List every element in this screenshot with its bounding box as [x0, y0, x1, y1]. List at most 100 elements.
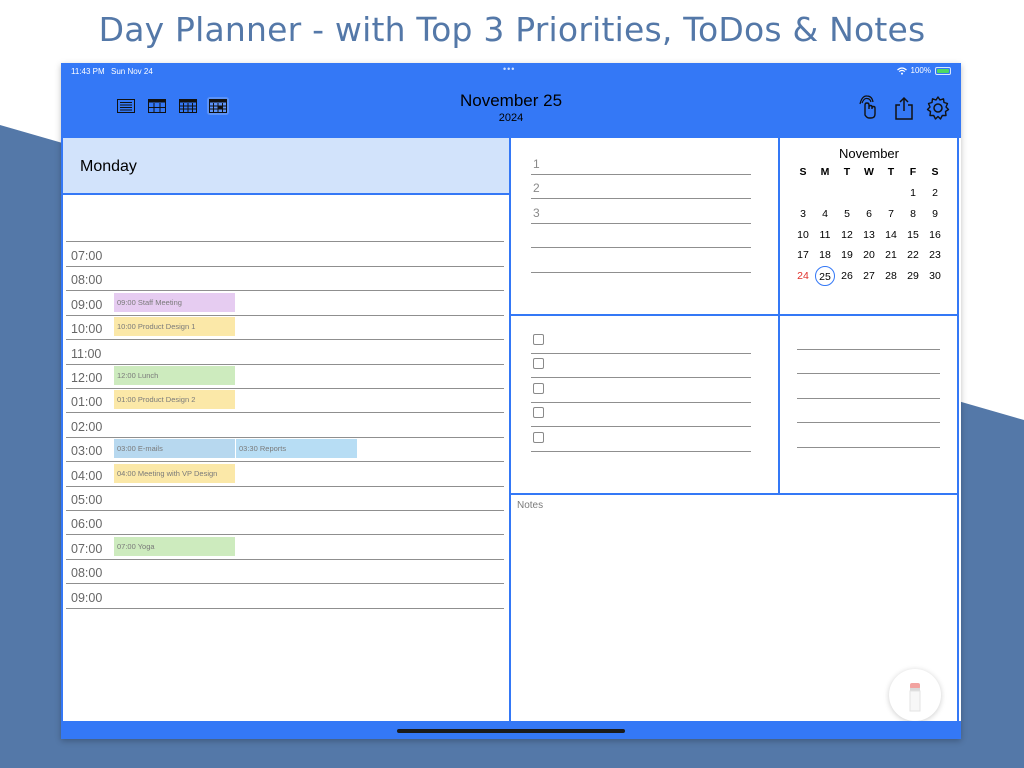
weekday-header: T	[887, 166, 895, 178]
checkbox[interactable]	[533, 334, 544, 345]
calendar-day[interactable]: 18	[814, 249, 836, 261]
weekday-header: M	[820, 166, 830, 178]
time-label: 07:00	[71, 541, 103, 556]
ipad-app-window: 11:43 PM Sun Nov 24 ••• 100% November 25…	[61, 63, 961, 739]
calendar-day-selected[interactable]: 25	[815, 266, 835, 287]
checkbox[interactable]	[533, 431, 544, 443]
priority-item[interactable]: 3	[531, 199, 751, 224]
time-label: 10:00	[71, 322, 103, 337]
timeline-row[interactable]: 09:00	[66, 584, 504, 609]
calendar-day[interactable]: 23	[924, 249, 946, 261]
timeline-row[interactable]: 02:00	[66, 413, 504, 438]
timeline-row[interactable]: 06:00	[66, 510, 504, 536]
calendar-day[interactable]: 29	[902, 270, 924, 282]
priority-item[interactable]	[531, 223, 751, 249]
event-block[interactable]: 07:00 Yoga	[114, 536, 235, 556]
calendar-day[interactable]: 8	[902, 208, 924, 220]
timeline-row[interactable]: 03:00 03:00 E-mails 03:30 Reports	[66, 437, 504, 463]
calendar-day[interactable]: 26	[836, 270, 858, 282]
todo-item[interactable]	[531, 378, 751, 403]
share-button[interactable]	[891, 95, 917, 121]
calendar-day[interactable]: 6	[858, 208, 880, 220]
calendar-day[interactable]: 4	[814, 208, 836, 220]
note-line[interactable]	[797, 398, 940, 424]
priority-item[interactable]: 1	[531, 150, 751, 175]
calendar-day[interactable]: 7	[880, 208, 902, 220]
timeline-row[interactable]: 12:00 12:00 Lunch	[66, 364, 504, 389]
todo-item[interactable]	[531, 427, 751, 452]
checkbox[interactable]	[533, 382, 544, 394]
todo-item[interactable]	[531, 353, 751, 379]
priority-item[interactable]: 2	[531, 174, 751, 200]
checkbox[interactable]	[533, 358, 544, 370]
event-block[interactable]: 04:00 Meeting with VP Design	[114, 463, 235, 483]
note-line[interactable]	[797, 325, 940, 350]
priority-item[interactable]	[531, 248, 751, 273]
note-line[interactable]	[797, 374, 940, 399]
timeline-row[interactable]: 09:00 09:00 Staff Meeting	[66, 291, 504, 316]
time-label: 08:00	[71, 273, 103, 288]
priority-number: 2	[533, 181, 540, 196]
timeline-row[interactable]: 05:00	[66, 486, 504, 511]
calendar-day[interactable]: 14	[880, 229, 902, 241]
timeline-row[interactable]: 11:00	[66, 340, 504, 365]
event-block[interactable]: 03:00 E-mails	[114, 439, 235, 459]
multitasking-dots-icon[interactable]: •••	[503, 64, 515, 74]
calendar-day[interactable]: 21	[880, 249, 902, 261]
calendar-day[interactable]: 22	[902, 249, 924, 261]
timeline-row[interactable]: 01:00 01:00 Product Design 2	[66, 388, 504, 414]
mini-calendar-month: November	[839, 146, 899, 161]
event-block[interactable]: 12:00 Lunch	[114, 366, 235, 385]
event-block[interactable]: 09:00 Staff Meeting	[114, 292, 235, 312]
timeline-row[interactable]: 08:00	[66, 266, 504, 292]
calendar-day-today[interactable]: 24	[792, 270, 814, 282]
calendar-day[interactable]: 27	[858, 270, 880, 282]
touch-mode-button[interactable]	[856, 95, 882, 121]
note-line[interactable]	[797, 349, 940, 375]
todo-item[interactable]	[531, 329, 751, 354]
header-date[interactable]: November 25	[61, 91, 961, 111]
timeline-row[interactable]: 08:00	[66, 559, 504, 585]
pencil-icon	[909, 683, 921, 712]
calendar-day[interactable]: 5	[836, 208, 858, 220]
timeline-row[interactable]: 10:00 10:00 Product Design 1	[66, 315, 504, 341]
calendar-day[interactable]: 28	[880, 270, 902, 282]
settings-button[interactable]	[925, 95, 951, 121]
calendar-day[interactable]: 11	[814, 229, 836, 241]
calendar-day[interactable]: 19	[836, 249, 858, 261]
time-label: 09:00	[71, 590, 103, 605]
event-block[interactable]: 01:00 Product Design 2	[114, 390, 235, 410]
calendar-day[interactable]: 30	[924, 270, 946, 282]
todo-item[interactable]	[531, 402, 751, 428]
share-icon	[895, 96, 913, 120]
event-block[interactable]: 10:00 Product Design 1	[114, 317, 235, 337]
time-label: 12:00	[71, 371, 103, 385]
calendar-day[interactable]: 13	[858, 229, 880, 241]
timeline-row[interactable]: 07:00	[66, 242, 504, 267]
calendar-day[interactable]: 10	[792, 229, 814, 241]
timeline-row[interactable]: 07:00 07:00 Yoga	[66, 535, 504, 560]
timeline-row[interactable]: 04:00 04:00 Meeting with VP Design	[66, 462, 504, 487]
checkbox[interactable]	[533, 407, 544, 419]
priority-number: 1	[533, 157, 540, 171]
event-block[interactable]: 03:30 Reports	[236, 439, 357, 459]
time-label: 01:00	[71, 395, 103, 410]
calendar-day[interactable]: 1	[902, 187, 924, 199]
calendar-day[interactable]: 12	[836, 229, 858, 241]
note-line[interactable]	[797, 423, 940, 448]
calendar-day[interactable]: 9	[924, 208, 946, 220]
calendar-day[interactable]: 16	[924, 229, 946, 241]
weekday-header: S	[931, 166, 939, 178]
calendar-day[interactable]: 20	[858, 249, 880, 261]
calendar-day[interactable]: 15	[902, 229, 924, 241]
all-day-slot[interactable]	[66, 196, 504, 242]
calendar-day[interactable]: 17	[792, 249, 814, 261]
time-label: 05:00	[71, 493, 103, 507]
status-time: 11:43 PM	[71, 67, 105, 76]
weekday-header: T	[843, 166, 851, 178]
calendar-day[interactable]: 3	[792, 208, 814, 220]
calendar-day[interactable]: 2	[924, 187, 946, 199]
pencil-button[interactable]	[889, 669, 941, 721]
time-label: 09:00	[71, 297, 103, 312]
home-indicator[interactable]	[397, 729, 625, 733]
